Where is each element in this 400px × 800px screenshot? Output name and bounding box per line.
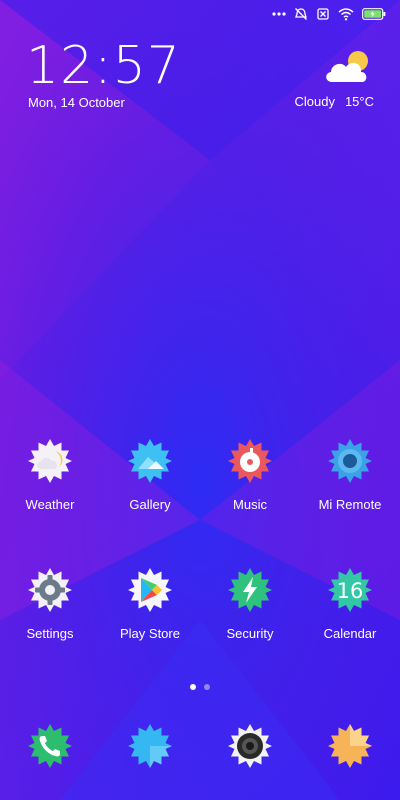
app-mi-remote[interactable]: Mi Remote <box>300 437 400 512</box>
app-label: Play Store <box>120 626 180 641</box>
settings-gear-icon <box>28 568 72 612</box>
app-security[interactable]: Security <box>200 566 300 641</box>
wifi-icon <box>338 7 354 21</box>
weather-condition: Cloudy <box>294 94 335 109</box>
temperature: 15°C <box>344 94 374 109</box>
wallpaper <box>0 0 400 800</box>
play-store-icon <box>128 568 172 612</box>
weather-widget[interactable]: Cloudy 15°C <box>294 46 374 109</box>
app-grid-row-2: Settings Play Store Security 16 Calendar <box>0 566 400 641</box>
app-weather[interactable]: Weather <box>0 437 100 512</box>
app-label: Mi Remote <box>318 497 382 512</box>
app-gallery[interactable]: Gallery <box>100 437 200 512</box>
music-icon <box>228 439 272 483</box>
dock <box>0 722 400 770</box>
weather-icon <box>28 439 72 483</box>
page-dot-1[interactable] <box>190 684 196 690</box>
page-dot-2[interactable] <box>204 684 210 690</box>
app-label: Calendar <box>323 626 377 641</box>
page-indicator <box>0 684 400 690</box>
phone-icon <box>28 724 72 768</box>
more-dots-icon <box>272 11 286 17</box>
app-calendar[interactable]: 16 Calendar <box>300 566 400 641</box>
date-text[interactable]: Mon, 14 October <box>28 95 125 110</box>
app-messages[interactable] <box>100 722 200 770</box>
gallery-icon <box>128 439 172 483</box>
camera-icon <box>228 724 272 768</box>
app-label: Weather <box>25 497 75 512</box>
browser-icon <box>328 724 372 768</box>
app-grid-row-1: Weather Gallery Music Mi Remote <box>0 437 400 512</box>
no-sim-icon <box>316 7 330 21</box>
app-label: Security <box>226 626 274 641</box>
alarm-off-icon <box>294 7 308 21</box>
app-label: Settings <box>26 626 74 641</box>
app-phone[interactable] <box>0 722 100 770</box>
app-play-store[interactable]: Play Store <box>100 566 200 641</box>
app-music[interactable]: Music <box>200 437 300 512</box>
app-settings[interactable]: Settings <box>0 566 100 641</box>
app-label: Gallery <box>129 497 171 512</box>
status-bar <box>0 0 400 28</box>
clock-time[interactable]: 12:57 <box>26 36 181 96</box>
app-camera[interactable] <box>200 722 300 770</box>
security-bolt-icon <box>228 568 272 612</box>
app-label: Music <box>233 497 267 512</box>
battery-charging-icon <box>362 8 386 20</box>
cloud-sun-icon <box>322 46 374 90</box>
remote-icon <box>328 439 372 483</box>
messages-icon <box>128 724 172 768</box>
app-browser[interactable] <box>300 722 400 770</box>
calendar-day: 16 <box>337 579 364 603</box>
calendar-icon: 16 <box>328 568 372 612</box>
